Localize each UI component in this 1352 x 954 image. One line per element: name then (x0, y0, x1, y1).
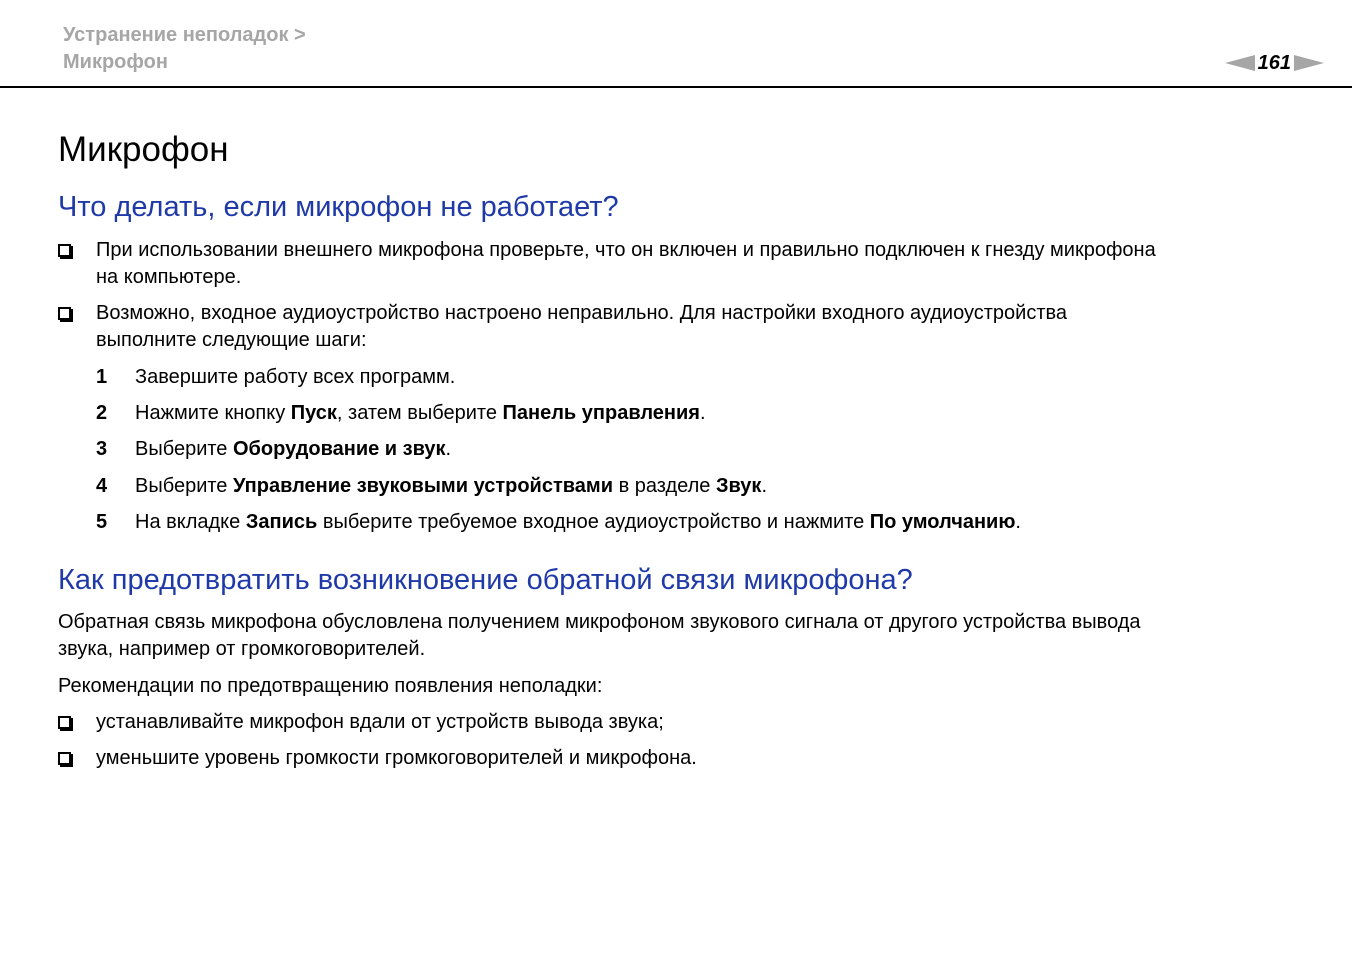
next-page-arrow-icon[interactable] (1294, 55, 1324, 71)
bullet-text-line: уменьшите уровень громкости громкоговори… (96, 747, 697, 769)
step-text: На вкладке Запись выберите требуемое вхо… (135, 509, 1021, 536)
step-text-part: выберите требуемое входное аудиоустройст… (317, 511, 870, 533)
breadcrumb-parent: Устранение неполадок > (63, 24, 306, 46)
step-number: 1 (96, 366, 108, 388)
step-text-part: Нажмите кнопку (135, 402, 291, 424)
section-heading-microphone-not-working: Что делать, если микрофон не работает? (58, 191, 619, 223)
start-button-label: Пуск (290, 402, 337, 424)
step-text-part: Выберите (135, 475, 233, 497)
checkbox-bullet-icon (58, 716, 71, 729)
step-text-part: Завершите работу всех программ. (135, 366, 456, 388)
step-number: 4 (96, 475, 108, 497)
page-navigation: 161 (1224, 51, 1324, 75)
step-text: Выберите Управление звуковыми устройства… (135, 473, 767, 500)
checkbox-bullet-icon (58, 307, 71, 320)
bullet-text-line: выполните следующие шаги: (96, 329, 367, 351)
set-default-label: По умолчанию (869, 511, 1016, 533)
bullet-text-line: Возможно, входное аудиоустройство настро… (96, 302, 1068, 324)
manage-audio-devices-label: Управление звуковыми устройствами (232, 475, 614, 497)
step-text-part: Выберите (135, 438, 233, 460)
step-text: Нажмите кнопку Пуск, затем выберите Пане… (135, 400, 706, 427)
bullet-text-line: на компьютере. (96, 266, 242, 288)
section-heading-microphone-feedback: Как предотвратить возникновение обратной… (58, 564, 913, 596)
page-title: Микрофон (58, 130, 229, 169)
bullet-text-line: устанавливайте микрофон вдали от устройс… (96, 711, 664, 733)
step-text-part: На вкладке (135, 511, 246, 533)
sound-label: Звук (715, 475, 762, 497)
step-text: Завершите работу всех программ. (135, 364, 455, 391)
recording-tab-label: Запись (245, 511, 318, 533)
step-text-part: , затем выберите (336, 402, 503, 424)
checkbox-bullet-icon (58, 752, 71, 765)
bullet-text-line: При использовании внешнего микрофона про… (96, 239, 1156, 261)
step-number: 2 (96, 402, 108, 424)
checkbox-bullet-icon (58, 244, 71, 257)
paragraph-line: звука, например от громкоговорителей. (58, 638, 426, 660)
breadcrumb-current: Микрофон (63, 51, 168, 73)
step-text-part: . (699, 402, 706, 424)
step-text-part: . (445, 438, 452, 460)
feedback-explanation-paragraph: Обратная связь микрофона обусловлена пол… (58, 609, 1141, 663)
control-panel-label: Панель управления (502, 402, 700, 424)
paragraph-line: Обратная связь микрофона обусловлена пол… (58, 611, 1141, 633)
step-text-part: . (1015, 511, 1021, 533)
hardware-and-sound-label: Оборудование и звук (232, 438, 446, 460)
step-number: 3 (96, 438, 108, 460)
step-text-part: в разделе (613, 475, 716, 497)
page-number: 161 (1257, 52, 1291, 74)
step-text-part: . (761, 475, 768, 497)
recommendations-intro: Рекомендации по предотвращению появления… (58, 675, 603, 697)
previous-page-arrow-icon[interactable] (1224, 55, 1255, 71)
header-divider (0, 86, 1352, 88)
breadcrumb: Устранение неполадок > Микрофон (63, 22, 306, 76)
step-text: Выберите Оборудование и звук. (135, 436, 451, 463)
step-number: 5 (96, 511, 108, 533)
